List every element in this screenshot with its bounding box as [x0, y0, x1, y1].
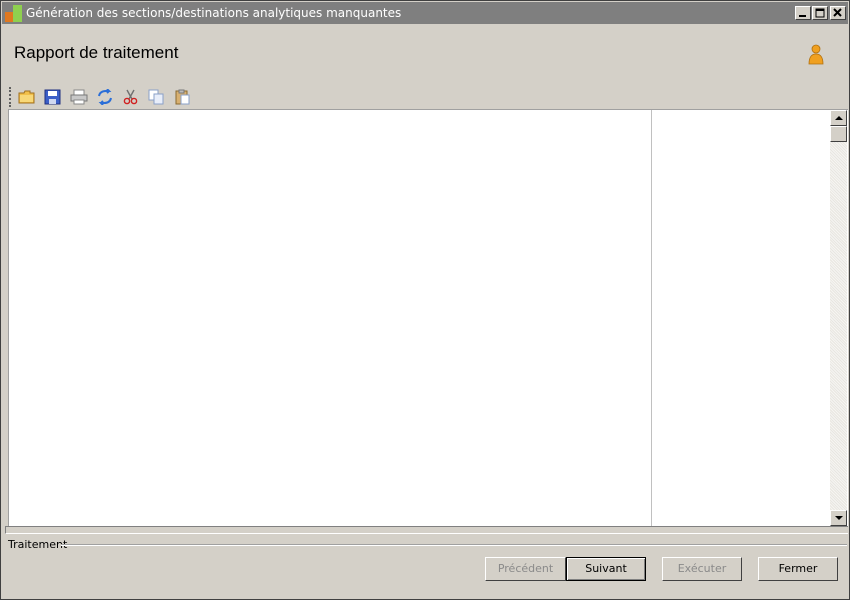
minimize-button[interactable] [795, 6, 811, 20]
minimize-icon [799, 15, 806, 17]
toolbar [9, 85, 209, 109]
column-divider[interactable] [651, 110, 652, 526]
close-dialog-button[interactable]: Fermer [758, 557, 838, 581]
cut-icon [123, 89, 138, 105]
user-icon[interactable] [807, 44, 825, 66]
copy-icon [148, 89, 164, 105]
close-button[interactable] [830, 6, 846, 20]
save-icon [44, 89, 61, 105]
execute-button[interactable]: Exécuter [662, 557, 742, 581]
paste-icon [175, 89, 190, 105]
vertical-scrollbar[interactable] [830, 110, 847, 526]
chevron-up-icon [835, 116, 843, 120]
maximize-button[interactable] [812, 6, 828, 20]
group-label: Traitement [8, 538, 68, 551]
previous-button[interactable]: Précédent [485, 557, 566, 581]
refresh-button[interactable] [93, 87, 115, 109]
maximize-icon [815, 8, 825, 18]
next-button[interactable]: Suivant [566, 557, 646, 581]
window-title: Génération des sections/destinations ana… [26, 6, 402, 20]
horizontal-scrollbar[interactable] [5, 526, 848, 534]
open-button[interactable] [15, 87, 37, 109]
report-panel[interactable] [8, 109, 848, 526]
print-icon [70, 89, 88, 105]
close-icon [833, 8, 842, 17]
cut-button[interactable] [119, 87, 141, 109]
save-button[interactable] [41, 87, 63, 109]
refresh-icon [98, 89, 112, 105]
app-icon [5, 5, 22, 22]
page-title: Rapport de traitement [14, 43, 179, 62]
scroll-down-button[interactable] [830, 510, 847, 526]
copy-button[interactable] [145, 87, 167, 109]
toolbar-grip[interactable] [9, 87, 11, 107]
print-button[interactable] [67, 87, 89, 109]
chevron-down-icon [835, 516, 843, 520]
scroll-up-button[interactable] [830, 110, 847, 126]
paste-button[interactable] [171, 87, 193, 109]
application-window: Génération des sections/destinations ana… [0, 0, 850, 600]
title-bar[interactable]: Génération des sections/destinations ana… [2, 2, 848, 24]
open-folder-icon [18, 90, 35, 104]
group-divider [61, 544, 847, 546]
scroll-thumb[interactable] [830, 126, 847, 142]
